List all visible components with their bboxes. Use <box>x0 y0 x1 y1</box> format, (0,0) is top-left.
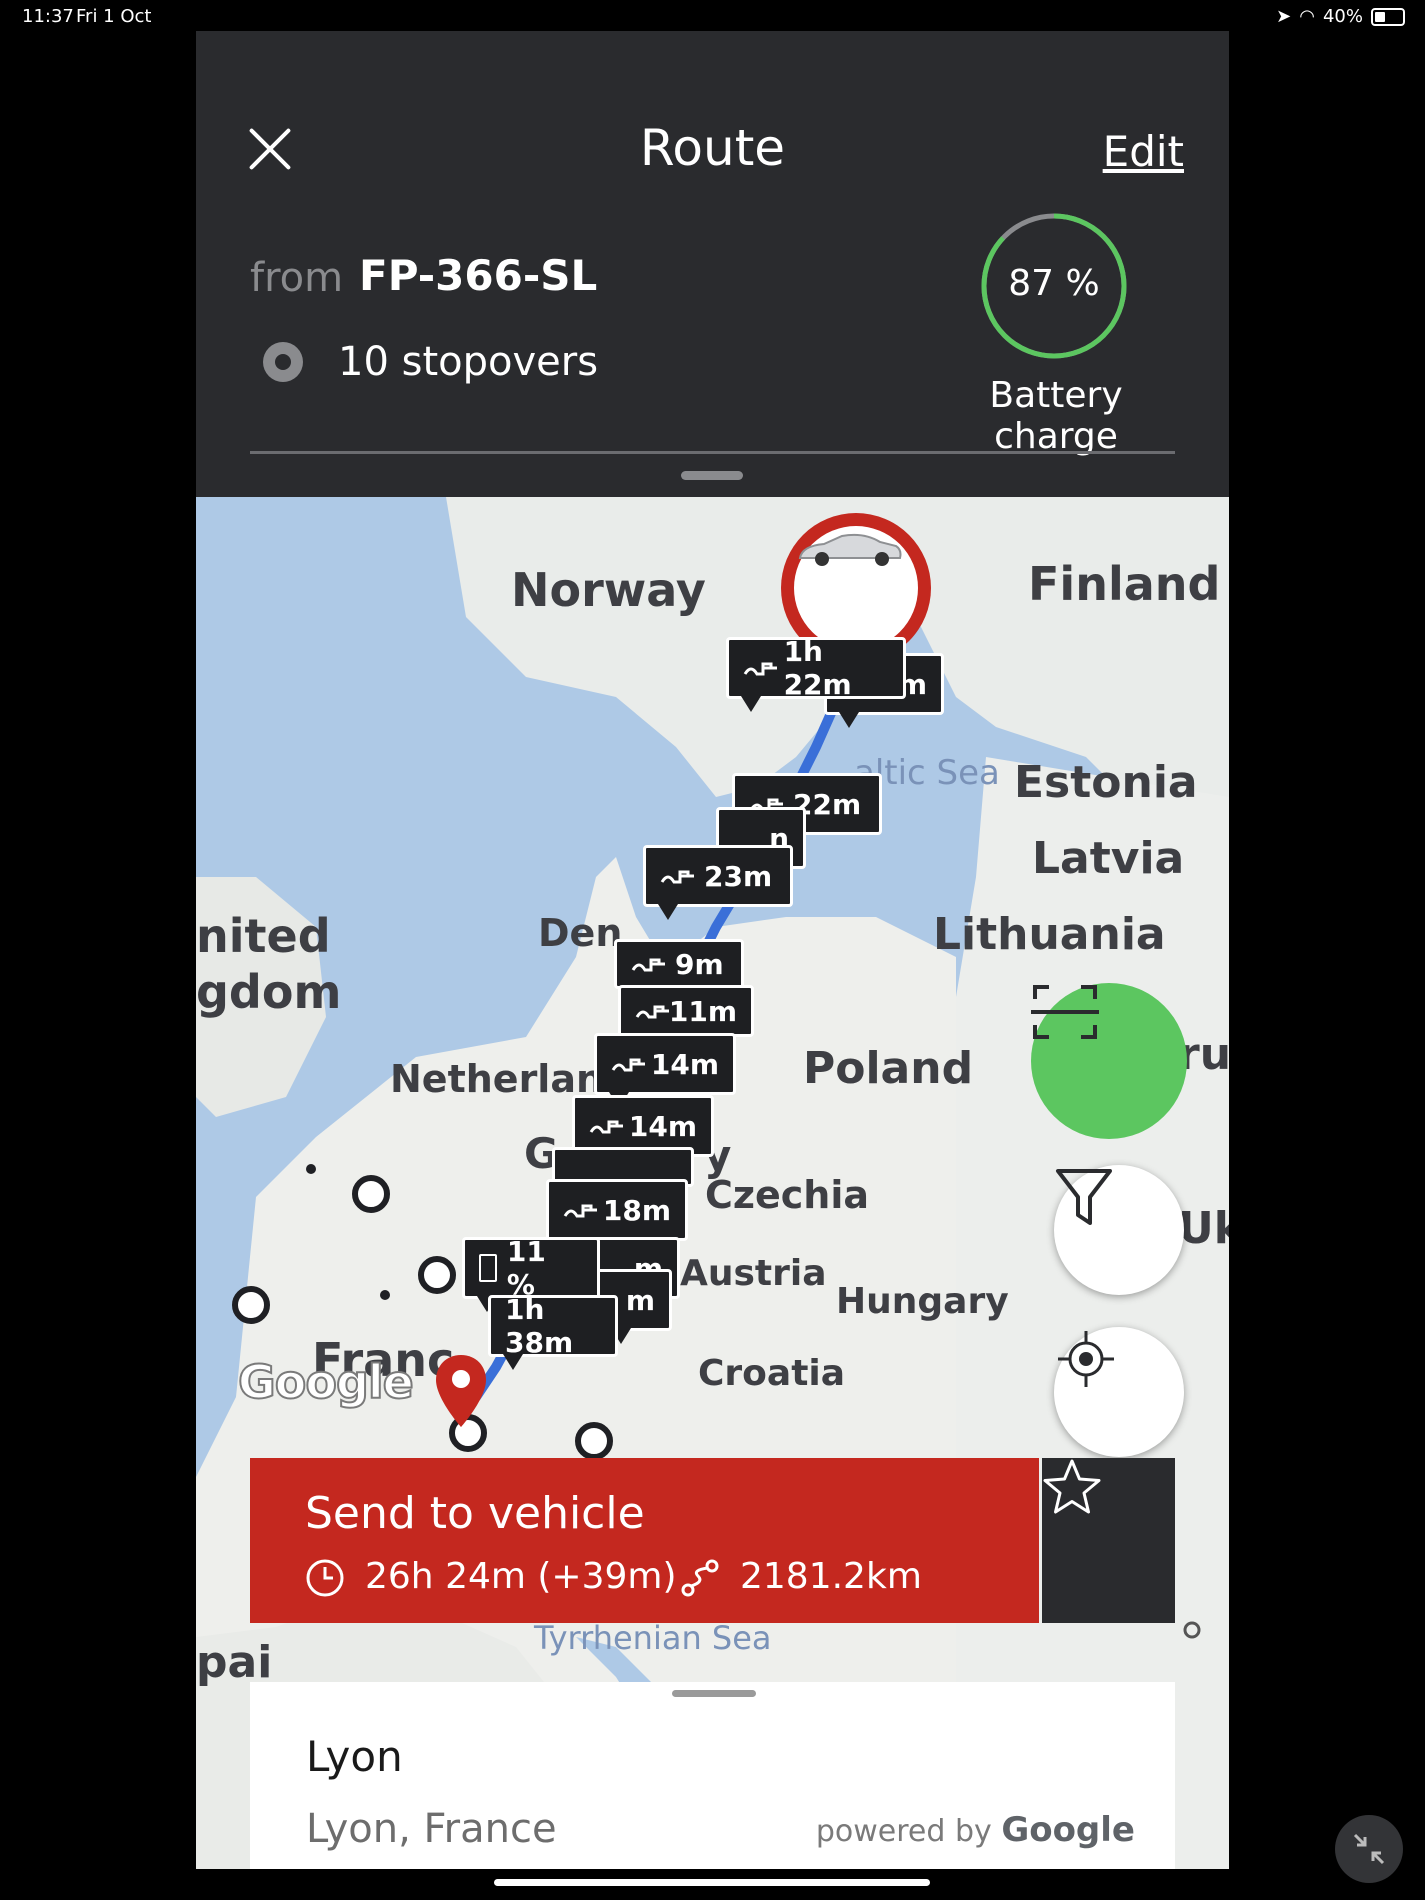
arrival-battery-value: 11 % <box>506 1235 546 1301</box>
charge-stop-time: 14m <box>650 1047 719 1081</box>
battery-percent: 40% <box>1322 6 1363 27</box>
map-label-uk-top: nited <box>196 909 331 963</box>
page-title: Route <box>639 119 786 177</box>
arrival-time-value: 1h 38m <box>505 1293 574 1359</box>
charge-stop-time: 9m <box>675 947 724 981</box>
map-label-austria: Austria <box>680 1253 827 1294</box>
map-label-denmark: Den <box>538 911 623 955</box>
plug-icon <box>660 866 694 886</box>
favorite-button[interactable] <box>1042 1458 1175 1623</box>
map-label-poland: Poland <box>803 1043 974 1094</box>
battery-icon <box>1371 7 1405 26</box>
arrival-time-bubble[interactable]: 1h 38m <box>488 1293 618 1370</box>
charge-stop-time: 1h 22m <box>783 635 852 701</box>
collapse-arrows-icon <box>1353 1833 1385 1865</box>
plug-icon <box>635 1001 669 1021</box>
map-label-latvia: Latvia <box>1032 833 1185 884</box>
header-divider <box>250 451 1175 454</box>
charge-stop-bubble[interactable]: 1h 22m <box>726 635 906 712</box>
location-pin-icon[interactable] <box>434 1353 488 1429</box>
locate-icon <box>1058 1331 1114 1387</box>
charge-stop-time: 18m <box>602 1193 671 1227</box>
map-label-estonia: Estonia <box>1014 757 1198 808</box>
route-distance-icon <box>681 1559 719 1597</box>
route-map[interactable]: Norway Finland Estonia Latvia Lithuania … <box>196 497 1229 1869</box>
edit-button[interactable]: Edit <box>1103 127 1184 176</box>
map-label-uk-bottom: gdom <box>196 965 342 1019</box>
charge-stop-bubble[interactable]: 14m <box>594 1033 736 1108</box>
charge-stop-time: 23m <box>704 859 773 893</box>
plug-icon <box>743 658 777 678</box>
map-label-ukraine: Uk <box>1178 1203 1229 1254</box>
stopover-icon <box>263 342 303 382</box>
map-label-hungary: Hungary <box>836 1281 1009 1322</box>
send-to-vehicle-label: Send to vehicle <box>305 1488 645 1539</box>
drag-handle[interactable] <box>681 471 743 480</box>
charge-stop-bubble[interactable]: 23m <box>643 845 793 920</box>
star-icon <box>1043 1459 1101 1514</box>
map-label-netherlands: Netherlan <box>390 1057 604 1101</box>
charge-stop-bubble[interactable]: 11m <box>618 985 754 1050</box>
wifi-icon: ◠ <box>1299 6 1315 27</box>
map-label-croatia: Croatia <box>698 1353 846 1394</box>
stopovers-count[interactable]: 10 stopovers <box>338 339 598 385</box>
map-label-lithuania: Lithuania <box>933 909 1166 960</box>
arrival-battery-bubble[interactable]: 11 % <box>462 1235 600 1312</box>
google-logo: Google <box>237 1354 415 1410</box>
destination-address: Lyon, France <box>306 1806 557 1852</box>
location-arrow-icon: ➤ <box>1276 6 1292 27</box>
destination-sheet[interactable]: Lyon Lyon, France powered by Google <box>250 1682 1175 1869</box>
charge-stop-time: 14m <box>628 1109 697 1143</box>
collapse-window-button[interactable] <box>1335 1815 1403 1883</box>
map-label-spain: pai <box>196 1637 273 1688</box>
powered-by-google: powered by Google <box>816 1810 1135 1850</box>
status-bar: 11:37 Fri 1 Oct ➤ ◠ 40% <box>0 0 1425 34</box>
filter-icon <box>1056 1169 1112 1225</box>
car-icon <box>798 533 902 566</box>
destination-name: Lyon <box>306 1732 403 1781</box>
powered-by-brand: Google <box>1001 1810 1135 1850</box>
route-duration: 26h 24m (+39m) <box>365 1556 677 1597</box>
send-to-vehicle-button[interactable]: Send to vehicle 26h 24m (+39m) 2181.2km <box>250 1458 1039 1623</box>
charge-stop-bubble[interactable]: 9m <box>614 939 744 1002</box>
route-screen: Route Edit from FP-366-SL 10 stopovers 8… <box>196 31 1229 1869</box>
route-header: Route Edit from FP-366-SL 10 stopovers 8… <box>196 31 1229 497</box>
status-date: Fri 1 Oct <box>76 6 152 27</box>
filter-button[interactable] <box>1054 1165 1184 1295</box>
charge-stop-time: 11m <box>668 994 737 1028</box>
plug-icon <box>563 1200 597 1220</box>
map-label-tyrrhenian-sea: Tyrrhenian Sea <box>534 1619 772 1657</box>
plug-icon <box>611 1054 645 1074</box>
scan-icon <box>1031 985 1099 1039</box>
locate-button[interactable] <box>1054 1327 1184 1457</box>
scan-button[interactable] <box>1031 983 1187 1139</box>
plug-icon <box>589 1116 623 1136</box>
vehicle-plate: FP-366-SL <box>359 251 598 300</box>
powered-by-text: powered by <box>815 1814 992 1849</box>
route-distance: 2181.2km <box>740 1556 922 1597</box>
clock-icon <box>306 1559 344 1597</box>
sheet-drag-handle[interactable] <box>672 1690 756 1697</box>
battery-charge-label: Battery charge <box>989 375 1123 457</box>
map-label-finland: Finland <box>1028 557 1221 611</box>
charge-stop-bubble[interactable]: 18m <box>546 1179 688 1254</box>
charge-stop-time: m <box>625 1283 655 1317</box>
map-label-norway: Norway <box>511 563 706 617</box>
battery-level-icon <box>479 1254 497 1282</box>
plug-icon <box>631 954 665 974</box>
home-indicator[interactable] <box>494 1879 930 1886</box>
from-label: from <box>250 255 344 301</box>
status-indicators: ➤ ◠ 40% <box>1276 6 1405 27</box>
battery-charge-value: 87 % <box>1008 263 1100 304</box>
status-time: 11:37 <box>22 6 74 27</box>
